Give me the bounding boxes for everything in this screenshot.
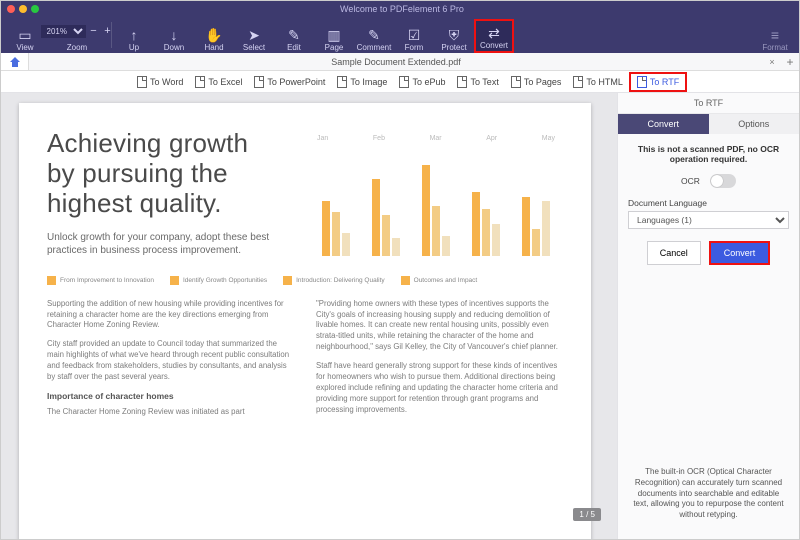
file-icon [399, 76, 409, 88]
document-area[interactable]: Achieving growth by pursuing the highest… [1, 93, 617, 539]
shield-icon: ⛨ [446, 27, 462, 43]
page: Achieving growth by pursuing the highest… [19, 103, 591, 539]
home-icon [9, 56, 21, 68]
to-powerpoint[interactable]: To PowerPoint [248, 74, 331, 90]
select-button[interactable]: ➤Select [234, 19, 274, 53]
new-tab[interactable]: + [781, 55, 799, 69]
to-text[interactable]: To Text [451, 74, 504, 90]
format-icon: ≡ [767, 27, 783, 43]
panel-tab-convert[interactable]: Convert [618, 114, 709, 134]
view-icon: ▭ [17, 27, 33, 43]
main-toolbar: ▭ View 201% − + Zoom ↑Up ↓Down ✋Hand ➤Se… [1, 17, 799, 53]
convert-action-button[interactable]: Convert [711, 243, 769, 263]
ocr-toggle[interactable] [710, 174, 736, 188]
convert-icon: ⇄ [486, 25, 502, 41]
file-icon [254, 76, 264, 88]
home-tab[interactable] [1, 53, 29, 70]
format-row: To Word To Excel To PowerPoint To Image … [1, 71, 799, 93]
file-icon [637, 76, 647, 88]
hand-icon: ✋ [206, 27, 222, 43]
arrow-down-icon: ↓ [166, 27, 182, 43]
square-icon [283, 276, 292, 285]
panel-tab-options[interactable]: Options [709, 114, 800, 134]
up-button[interactable]: ↑Up [114, 19, 154, 53]
form-icon: ☑ [406, 27, 422, 43]
language-select[interactable]: Languages (1) [628, 211, 789, 229]
section-links: From Improvement to Innovation Identify … [47, 276, 563, 285]
comment-button[interactable]: ✎Comment [354, 19, 394, 53]
file-icon [195, 76, 205, 88]
convert-button[interactable]: ⇄Convert [474, 19, 514, 53]
column-left: Supporting the addition of new housing w… [47, 299, 294, 426]
convert-panel: To RTF Convert Options This is not a sca… [617, 93, 799, 539]
file-icon [137, 76, 147, 88]
cursor-icon: ➤ [246, 27, 262, 43]
ocr-note: This is not a scanned PDF, no OCR operat… [628, 144, 789, 164]
file-icon [337, 76, 347, 88]
edit-button[interactable]: ✎Edit [274, 19, 314, 53]
down-button[interactable]: ↓Down [154, 19, 194, 53]
to-pages[interactable]: To Pages [505, 74, 568, 90]
minimize-window[interactable] [19, 5, 27, 13]
comment-icon: ✎ [366, 27, 382, 43]
square-icon [47, 276, 56, 285]
file-icon [511, 76, 521, 88]
hand-button[interactable]: ✋Hand [194, 19, 234, 53]
arrow-up-icon: ↑ [126, 27, 142, 43]
file-icon [573, 76, 583, 88]
to-word[interactable]: To Word [131, 74, 189, 90]
maximize-window[interactable] [31, 5, 39, 13]
to-epub[interactable]: To ePub [393, 74, 451, 90]
page-counter: 1 / 5 [573, 508, 601, 521]
view-button[interactable]: ▭ View [5, 19, 45, 53]
window-title: Welcome to PDFelement 6 Pro [45, 4, 759, 14]
to-rtf[interactable]: To RTF [629, 72, 687, 92]
edit-icon: ✎ [286, 27, 302, 43]
to-image[interactable]: To Image [331, 74, 393, 90]
format-button[interactable]: ≡Format [755, 19, 795, 53]
view-label: View [16, 43, 33, 52]
zoom-out[interactable]: − [88, 25, 100, 37]
column-right: "Providing home owners with these types … [316, 299, 563, 426]
form-button[interactable]: ☑Form [394, 19, 434, 53]
language-label: Document Language [628, 198, 789, 208]
square-icon [170, 276, 179, 285]
chart: Jan Feb Mar Apr May [311, 135, 561, 265]
document-tab[interactable]: Sample Document Extended.pdf [29, 57, 763, 67]
close-tab[interactable]: × [763, 57, 781, 67]
panel-title: To RTF [618, 93, 799, 114]
page-icon: ▥ [326, 27, 342, 43]
cancel-button[interactable]: Cancel [647, 241, 701, 265]
close-window[interactable] [7, 5, 15, 13]
square-icon [401, 276, 410, 285]
zoom-label: Zoom [67, 43, 87, 52]
file-icon [457, 76, 467, 88]
to-excel[interactable]: To Excel [189, 74, 248, 90]
zoom-group[interactable]: 201% − + Zoom [45, 19, 109, 53]
to-html[interactable]: To HTML [567, 74, 629, 90]
protect-button[interactable]: ⛨Protect [434, 19, 474, 53]
doc-subtitle: Unlock growth for your company, adopt th… [47, 231, 302, 258]
ocr-label: OCR [681, 176, 700, 186]
zoom-select[interactable]: 201% [41, 25, 86, 38]
ocr-help-text: The built-in OCR (Optical Character Reco… [628, 461, 789, 529]
page-button[interactable]: ▥Page [314, 19, 354, 53]
